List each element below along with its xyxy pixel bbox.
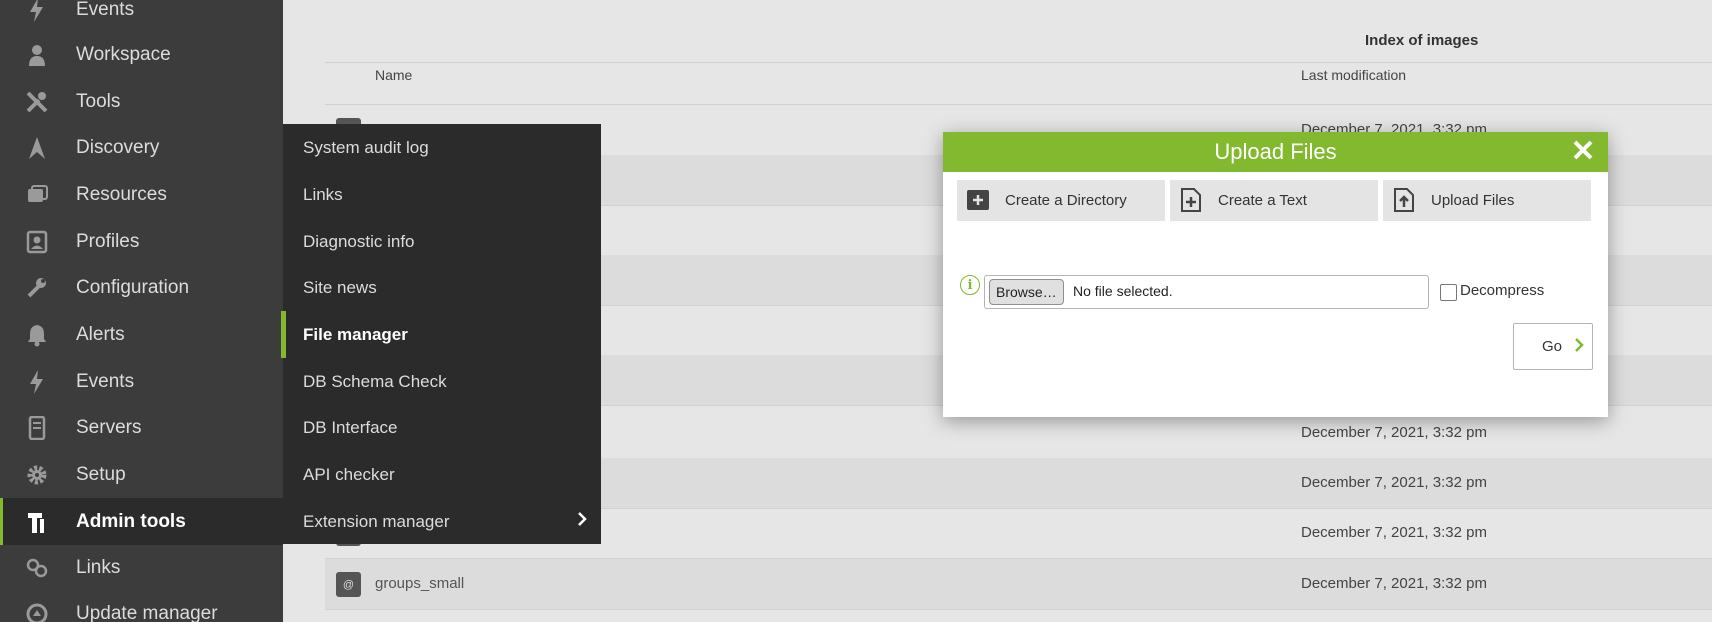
sidebar-item-events[interactable]: Events [0, 0, 283, 33]
row-date: December 7, 2021, 3:32 pm [1301, 575, 1487, 592]
submenu-item-label: API checker [303, 464, 395, 484]
sidebar-item-label: Events [76, 370, 135, 392]
row-date: December 7, 2021, 3:32 pm [1301, 524, 1487, 541]
admin-tools-submenu: System audit log Links Diagnostic info S… [281, 124, 601, 545]
file-status-text: No file selected. [1073, 283, 1173, 299]
lightning-icon [24, 369, 50, 395]
submenu-item-file-manager[interactable]: File manager [281, 311, 601, 358]
go-button[interactable]: Go [1513, 323, 1593, 370]
tab-create-directory[interactable]: Create a Directory [957, 180, 1165, 221]
sidebar-item-setup[interactable]: Setup [0, 451, 283, 498]
dialog-title-bar: Upload Files [943, 132, 1608, 172]
submenu-item-label: DB Schema Check [303, 371, 447, 391]
submenu-item-diagnostic-info[interactable]: Diagnostic info [283, 218, 601, 265]
sidebar-item-label: Admin tools [76, 510, 186, 532]
row-date: December 7, 2021, 3:32 pm [1301, 424, 1487, 441]
bell-icon [24, 322, 50, 348]
sidebar-item-label: Setup [76, 463, 126, 485]
sidebar-item-discovery[interactable]: Discovery [0, 124, 283, 171]
chevron-right-icon [1574, 337, 1584, 358]
wrench-icon [24, 275, 50, 301]
decompress-checkbox[interactable] [1440, 284, 1457, 301]
sidebar-item-workspace[interactable]: Workspace [0, 31, 283, 78]
submenu-item-label: File manager [303, 324, 408, 344]
submenu-item-label: Links [303, 184, 343, 204]
file-input[interactable]: Browse… No file selected. [984, 275, 1429, 309]
submenu-item-label: DB Interface [303, 417, 398, 437]
submenu-item-label: Extension manager [303, 511, 450, 531]
profile-icon [24, 229, 50, 255]
sidebar-item-label: Configuration [76, 276, 190, 298]
sidebar-item-label: Links [76, 556, 121, 578]
sidebar-item-label: Discovery [76, 136, 160, 158]
sidebar-item-alerts[interactable]: Alerts [0, 311, 283, 358]
add-text-icon [1180, 188, 1202, 212]
decompress-label[interactable]: Decompress [1460, 282, 1544, 299]
discovery-icon [24, 135, 50, 161]
image-file-icon: @ [336, 572, 361, 597]
upload-files-dialog: Upload Files Create a Directory Create a… [943, 132, 1608, 417]
sidebar-item-label: Update manager [76, 602, 218, 622]
sidebar-item-resources[interactable]: Resources [0, 171, 283, 218]
tools-icon [24, 89, 50, 115]
sidebar-item-label: Alerts [76, 323, 125, 345]
sidebar-item-label: Events [76, 0, 135, 20]
submenu-item-links[interactable]: Links [283, 171, 601, 218]
tab-label: Upload Files [1431, 192, 1515, 209]
submenu-item-extension-manager[interactable]: Extension manager [283, 498, 601, 545]
dialog-title: Upload Files [1214, 139, 1337, 164]
submenu-item-db-interface[interactable]: DB Interface [283, 404, 601, 451]
index-title: Index of images [1365, 32, 1479, 49]
add-directory-icon [967, 188, 989, 212]
sidebar-item-label: Profiles [76, 230, 140, 252]
upload-icon [1393, 188, 1415, 212]
column-header-last-modification[interactable]: Last modification [1301, 67, 1406, 83]
submenu-item-api-checker[interactable]: API checker [283, 451, 601, 498]
sidebar-item-links[interactable]: Links [0, 544, 283, 591]
user-icon [24, 42, 50, 68]
row-date: December 7, 2021, 3:32 pm [1301, 474, 1487, 491]
submenu-item-system-audit-log[interactable]: System audit log [283, 124, 601, 171]
row-name[interactable]: groups_small [375, 575, 464, 592]
link-icon [24, 555, 50, 581]
submenu-item-site-news[interactable]: Site news [283, 264, 601, 311]
sidebar: Events Workspace Tools Discovery Resourc… [0, 0, 283, 622]
chevron-right-icon [577, 512, 587, 531]
browse-button[interactable]: Browse… [989, 279, 1064, 305]
tab-create-text[interactable]: Create a Text [1170, 180, 1378, 221]
info-icon: i [960, 275, 980, 295]
sidebar-item-label: Workspace [76, 43, 171, 65]
submenu-item-label: Diagnostic info [303, 231, 415, 251]
sidebar-item-tools[interactable]: Tools [0, 78, 283, 125]
close-icon[interactable] [1572, 137, 1594, 168]
sidebar-item-events[interactable]: Events [0, 358, 283, 405]
server-icon [24, 415, 50, 441]
sidebar-item-profiles[interactable]: Profiles [0, 218, 283, 265]
tab-label: Create a Directory [1005, 192, 1127, 209]
table-row[interactable]: @ groups_small December 7, 2021, 3:32 pm [325, 559, 1712, 610]
go-button-label: Go [1542, 338, 1563, 355]
tab-label: Create a Text [1218, 192, 1307, 209]
column-header-name[interactable]: Name [375, 67, 412, 83]
resources-icon [24, 182, 50, 208]
header-divider [325, 62, 1712, 63]
sidebar-item-label: Tools [76, 90, 121, 112]
sidebar-item-admin-tools[interactable]: Admin tools [0, 498, 283, 545]
sidebar-item-servers[interactable]: Servers [0, 404, 283, 451]
update-icon [24, 601, 50, 622]
tab-upload-files[interactable]: Upload Files [1383, 180, 1591, 221]
sidebar-item-update-manager[interactable]: Update manager [0, 590, 283, 622]
lightning-icon [24, 0, 50, 23]
sidebar-item-label: Resources [76, 183, 167, 205]
admin-tools-icon [24, 509, 50, 535]
submenu-item-label: System audit log [303, 137, 429, 157]
sidebar-item-label: Servers [76, 416, 142, 438]
submenu-item-db-schema-check[interactable]: DB Schema Check [283, 358, 601, 405]
gear-icon [24, 462, 50, 488]
sidebar-item-configuration[interactable]: Configuration [0, 264, 283, 311]
submenu-item-label: Site news [303, 277, 377, 297]
